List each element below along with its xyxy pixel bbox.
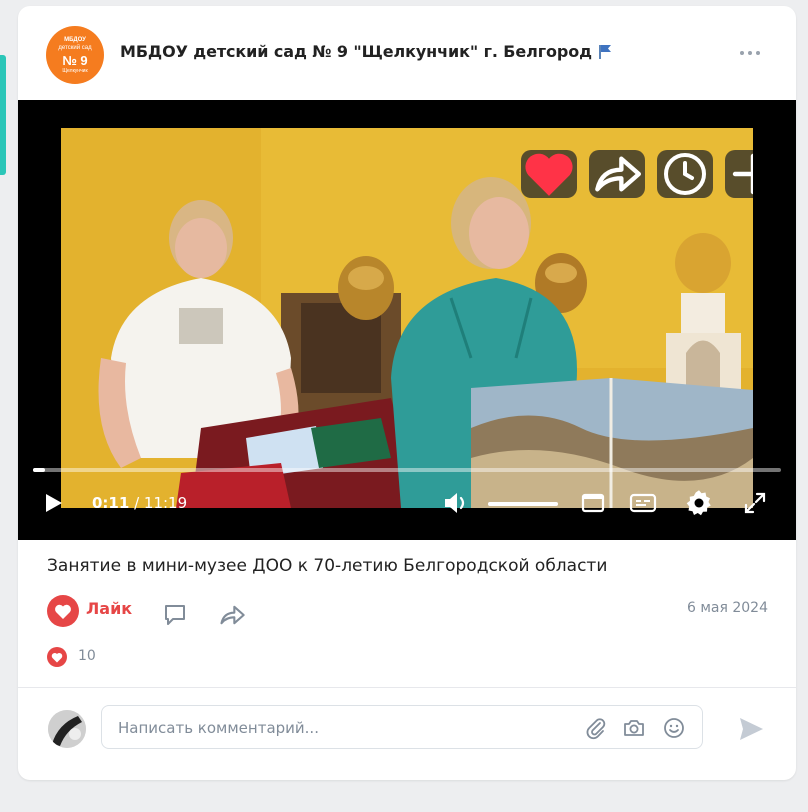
- post-caption: Занятие в мини-музее ДОО к 70-летию Белг…: [47, 556, 608, 576]
- video-still: [61, 128, 753, 508]
- video-progress-bar[interactable]: [33, 468, 781, 472]
- user-avatar-image: [48, 710, 86, 748]
- video-add-button[interactable]: [725, 150, 753, 198]
- post-card: МБДОУ детский сад № 9 Щелкунчик МБДОУ де…: [18, 6, 796, 780]
- video-share-button[interactable]: [589, 150, 645, 198]
- flag-icon: [599, 45, 611, 59]
- likes-summary-heart-icon: [47, 647, 67, 667]
- post-date: 6 мая 2024: [687, 600, 768, 616]
- emoji-icon[interactable]: [662, 716, 686, 740]
- plus-icon: [732, 153, 753, 195]
- side-accent-bar: [0, 55, 6, 175]
- video-frame[interactable]: [61, 128, 753, 508]
- more-options-icon[interactable]: [738, 42, 762, 62]
- group-avatar-text-1: МБДОУ: [64, 36, 86, 43]
- heart-icon: [525, 153, 573, 196]
- group-avatar-text-3: № 9: [62, 52, 88, 68]
- play-icon[interactable]: [44, 488, 64, 518]
- volume-slider[interactable]: [488, 502, 558, 506]
- video-player[interactable]: 0:11 / 11:19: [18, 100, 796, 540]
- comment-input[interactable]: [116, 716, 560, 740]
- video-time: 0:11 / 11:19: [92, 494, 187, 512]
- comments-divider: [18, 687, 796, 688]
- post-actions: Лайк 6 мая 2024: [18, 590, 796, 630]
- settings-icon[interactable]: [684, 488, 714, 518]
- send-icon[interactable]: [736, 714, 766, 744]
- video-progress-fill: [33, 468, 45, 472]
- camera-icon[interactable]: [622, 716, 646, 740]
- group-name[interactable]: МБДОУ детский сад № 9 "Щелкунчик" г. Бел…: [120, 42, 592, 61]
- group-avatar-text-2: детский сад: [58, 44, 92, 51]
- fullscreen-icon[interactable]: [742, 488, 768, 518]
- comment-box: [101, 705, 703, 749]
- video-watch-later-button[interactable]: [657, 150, 713, 198]
- post-header: МБДОУ детский сад № 9 Щелкунчик МБДОУ де…: [18, 6, 796, 100]
- clock-icon: [664, 153, 706, 195]
- group-avatar[interactable]: МБДОУ детский сад № 9 Щелкунчик: [46, 26, 104, 84]
- likes-count[interactable]: 10: [78, 648, 96, 664]
- video-like-button[interactable]: [521, 150, 577, 198]
- video-time-total: 11:19: [143, 494, 188, 512]
- like-button[interactable]: Лайк: [46, 594, 146, 627]
- subtitles-icon[interactable]: [628, 488, 658, 518]
- volume-slider-fill: [488, 502, 558, 506]
- attach-icon[interactable]: [584, 716, 608, 740]
- heart-icon: [47, 595, 79, 627]
- share-icon: [595, 156, 641, 192]
- volume-icon[interactable]: [442, 488, 472, 518]
- comment-icon[interactable]: [162, 602, 188, 628]
- current-user-avatar[interactable]: [48, 710, 86, 748]
- video-time-separator: /: [129, 494, 144, 512]
- like-label: Лайк: [86, 599, 133, 618]
- miniplayer-icon[interactable]: [580, 488, 606, 518]
- video-time-current: 0:11: [92, 494, 130, 512]
- share-icon[interactable]: [218, 602, 246, 628]
- group-avatar-text-4: Щелкунчик: [62, 67, 88, 74]
